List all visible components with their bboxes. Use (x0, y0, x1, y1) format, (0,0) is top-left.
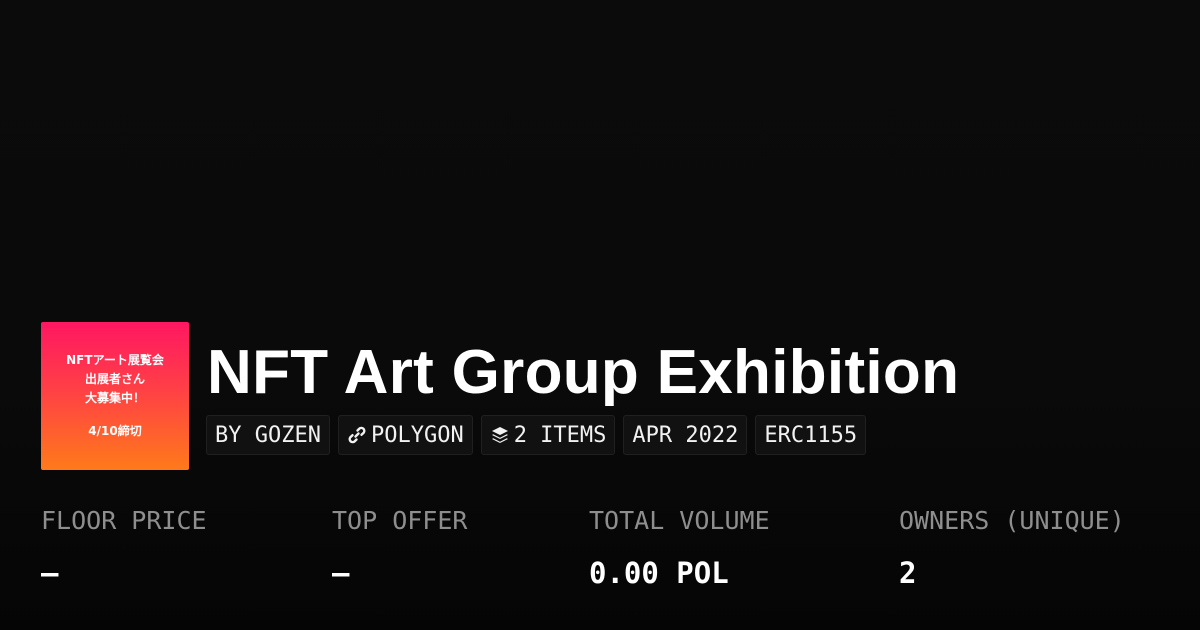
total-volume-stat: TOTAL VOLUME 0.00 POL (589, 505, 770, 591)
top-offer-value: – (332, 556, 350, 590)
standard-label: ERC1155 (764, 422, 858, 448)
creator-label: BY GOZEN (215, 422, 321, 448)
total-volume-label: TOTAL VOLUME (589, 506, 770, 535)
total-volume-value: 0.00 POL (589, 556, 729, 590)
date-chip[interactable]: APR 2022 (623, 415, 748, 455)
chain-chip[interactable]: POLYGON (337, 415, 473, 455)
collection-thumbnail[interactable]: NFTアート展覧会 出展者さん 大募集中！ 4/10締切 (41, 322, 189, 470)
owners-stat: OWNERS (UNIQUE) 2 (899, 505, 1125, 591)
floor-price-value: – (41, 556, 59, 590)
layers-icon (490, 425, 510, 445)
link-icon (347, 425, 367, 445)
items-label: 2 ITEMS (513, 422, 607, 448)
collection-meta-chips: BY GOZEN POLYGON 2 ITEMS APR 2022 ERC115… (206, 415, 867, 455)
thumbnail-line-2: 出展者さん (84, 372, 145, 386)
creator-chip[interactable]: BY GOZEN (206, 415, 330, 455)
top-offer-stat: TOP OFFER – (332, 505, 467, 591)
top-offer-label: TOP OFFER (332, 506, 468, 535)
date-label: APR 2022 (632, 422, 739, 448)
thumbnail-line-1: NFTアート展覧会 (66, 353, 164, 367)
items-chip[interactable]: 2 ITEMS (480, 415, 616, 455)
owners-label: OWNERS (UNIQUE) (899, 506, 1125, 535)
collection-title: NFT Art Group Exhibition (207, 338, 960, 407)
thumbnail-line-3: 大募集中！ (84, 391, 145, 405)
collection-stats: FLOOR PRICE – TOP OFFER – TOTAL VOLUME 0… (0, 505, 1200, 605)
thumbnail-line-4: 4/10締切 (88, 424, 142, 438)
chain-label: POLYGON (370, 422, 464, 448)
standard-chip[interactable]: ERC1155 (755, 415, 867, 455)
floor-price-stat: FLOOR PRICE – (41, 505, 207, 591)
floor-price-label: FLOOR PRICE (41, 506, 207, 535)
owners-value: 2 (899, 556, 917, 590)
